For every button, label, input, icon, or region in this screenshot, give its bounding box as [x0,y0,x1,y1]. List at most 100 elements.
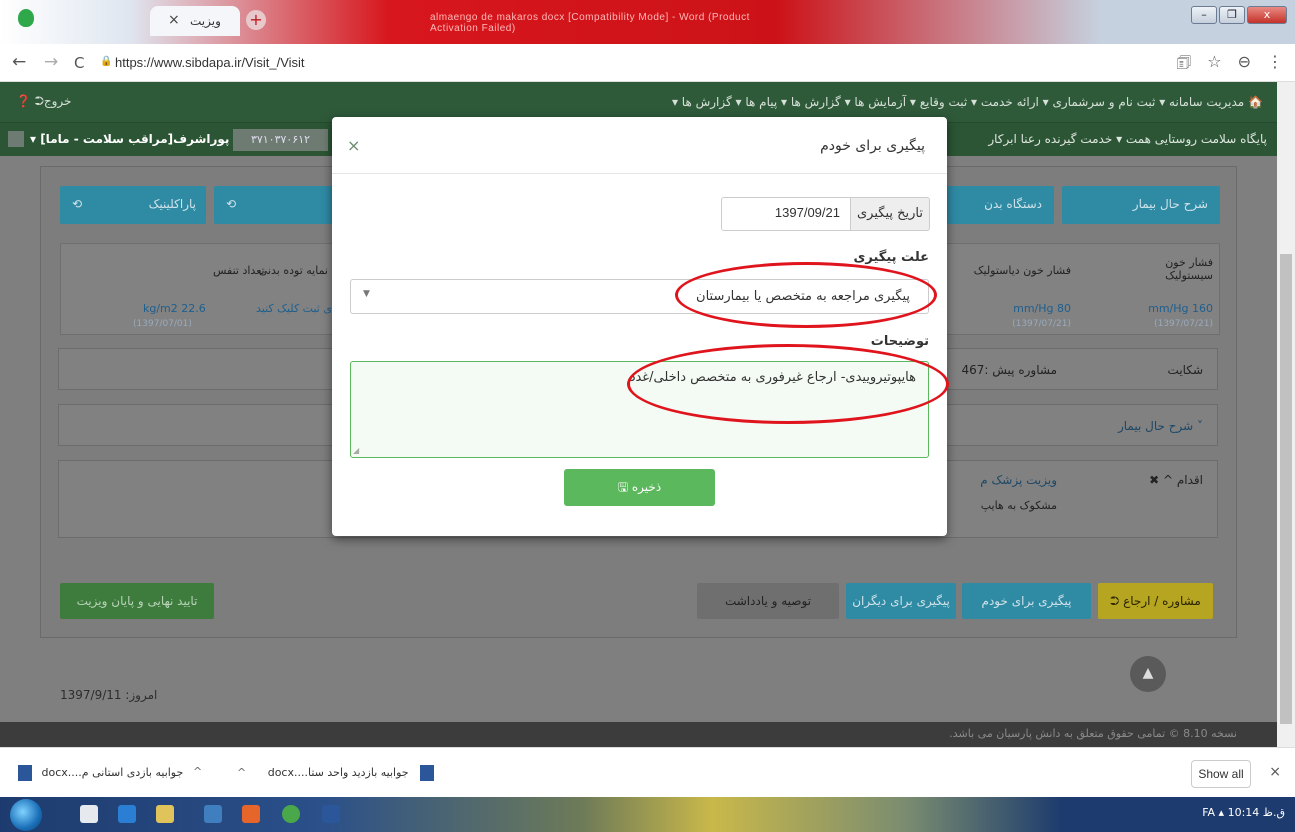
patient-history-label: شرح حال بیمار [1132,197,1208,211]
ie-icon[interactable] [118,805,136,823]
bmi-value[interactable]: kg/m2 22.6 [143,302,206,315]
resize-grip-icon[interactable]: ◢ [353,446,359,455]
resp-label: تعداد تنفس [213,264,265,277]
logout-link[interactable]: ❓ ⮊خروج [16,94,71,109]
suspect-text: مشکوک به هایپ [980,499,1057,512]
followup-self-button[interactable]: پیگیری برای خودم [962,583,1091,619]
toolbar-right: 🗊 ☆ ⊖ ⋮ [1176,52,1283,79]
top-navigation: 🏠 مدیریت سامانه ▾ ثبت نام و سرشماری ▾ ار… [0,82,1277,122]
followup-others-button[interactable]: پیگیری برای دیگران [846,583,956,619]
reload-icon[interactable]: C [74,54,84,72]
download-item-1-label: docx....جوابیه بازدید واحد ستا [267,766,409,779]
forward-icon[interactable]: → [44,52,58,72]
show-all-button[interactable]: Show all [1191,760,1251,788]
download-item-2-label: docx....جوابیه بازدی استانی م [41,766,184,779]
modal-header: پیگیری برای خودم × [332,117,947,174]
national-code: ۳۷۱۰۳۷۰۶۱۲ [233,129,328,151]
complaint-label: شکایت [1167,363,1203,377]
user-picture [8,131,24,147]
dia-value[interactable]: mm/Hg 80 [1013,302,1071,315]
chrome-icon[interactable] [282,805,300,823]
sys-date: (1397/07/21) [1154,319,1213,329]
url-field[interactable]: https://www.sibdapa.ir/Visit_/Visit [115,55,305,70]
sys-label: فشار خون سیستولیک [1165,256,1213,282]
window-title: almaengo de makaros docx [Compatibility … [430,12,750,34]
scrollbar-thumb[interactable] [1280,254,1292,724]
doctor-visit-link[interactable]: ویزیت پزشک م [980,473,1057,487]
vitals-table-right: فشار خون سیستولیک فشار خون دیاستولیک mm/… [946,243,1220,335]
facility-info[interactable]: پایگاه سلامت روستایی همت ▾ خدمت گیرنده ر… [988,132,1267,146]
tab-close-icon[interactable]: × [168,12,180,28]
browser-tab[interactable]: × ویزیت [150,6,240,36]
history-icon: ⟲ [72,197,83,211]
chevron-up-icon[interactable]: ^ [237,766,246,779]
star-icon[interactable]: ☆ [1207,52,1221,79]
tab-title: ویزیت [190,14,221,28]
download-item-1[interactable]: ^ docx....جوابیه بازدید واحد ستا [237,765,440,781]
scroll-top-button[interactable]: ▲ [1130,656,1166,692]
window-controls: – ❐ x [1191,6,1287,24]
windows-taskbar: FA ▴ 10:14 ق.ظ [0,797,1295,832]
minimize-button[interactable]: – [1191,6,1217,24]
annotation-oval-description [627,344,949,424]
followup-modal: پیگیری برای خودم × تاریخ پیگیری 1397/09/… [332,117,947,536]
copyright-bar: نسخه 8.10 © تمامی حقوق متعلق به دانش پار… [0,722,1277,747]
word-doc-icon [420,765,435,781]
browser-tab-strip: × ویزیت + almaengo de makaros docx [Comp… [0,0,1295,44]
chevron-down-icon: ▼ [363,289,370,299]
body-system-label: دستگاه بدن [984,197,1042,211]
copyright-text: نسخه 8.10 © تمامی حقوق متعلق به دانش پار… [949,727,1237,740]
back-icon[interactable]: ← [12,52,26,72]
history-toggle[interactable]: شرح حال بیمار ˅ [1118,419,1203,433]
apple-icon [18,9,34,27]
notes-button[interactable]: توصیه و یادداشت [697,583,839,619]
media-icon[interactable] [204,805,222,823]
vitals-table-left: نمایه توده بدنی تعداد تنفس kg/m2 22.6 (1… [60,243,344,335]
dia-label: فشار خون دیاستولیک [973,264,1071,277]
save-button[interactable]: 🖫 ذخیره [564,469,715,506]
modal-close-icon[interactable]: × [347,136,360,155]
account-icon[interactable]: ⊖ [1238,52,1251,79]
translate-icon[interactable]: 🗊 [1176,52,1191,79]
resp-value[interactable]: برای ثبت کلیک کنید [256,302,344,315]
word-doc-icon-2 [18,765,32,781]
description-label: توضیحات [870,334,929,349]
close-window-button[interactable]: x [1247,6,1287,24]
new-tab-button[interactable]: + [246,10,266,30]
paraclinic-label: پاراکلینیک [148,197,196,211]
modal-title: پیگیری برای خودم [820,138,925,154]
word-icon[interactable] [322,805,340,823]
lab-button[interactable]: ⟲ [214,186,332,224]
explorer-icon[interactable] [156,805,174,823]
patient-history-button[interactable]: شرح حال بیمار [1062,186,1220,224]
sys-value[interactable]: mm/Hg 160 [1148,302,1213,315]
action-label[interactable]: ✖ ^ اقدام [1149,473,1203,487]
start-button[interactable] [10,799,42,831]
mail-icon[interactable] [80,805,98,823]
date-label: تاریخ پیگیری [850,197,930,231]
page-scrollbar[interactable] [1277,82,1295,747]
history-icon-2: ⟲ [226,197,237,211]
main-menu[interactable]: 🏠 مدیریت سامانه ▾ ثبت نام و سرشماری ▾ ار… [672,95,1263,109]
consult-referral-button[interactable]: ⮊ مشاوره / ارجاع [1098,583,1213,619]
chevron-up-icon-2[interactable]: ^ [193,765,202,778]
body-system-button[interactable]: دستگاه بدن [947,186,1054,224]
paraclinic-button[interactable]: ⟲ پاراکلینیک [60,186,206,224]
today-date: امروز: 1397/9/11 [60,688,158,702]
lock-icon: 🔒 [100,56,113,67]
finish-visit-button[interactable]: تایید نهایی و پایان ویزیت [60,583,214,619]
address-bar: ← → C 🔒 https://www.sibdapa.ir/Visit_/Vi… [0,44,1295,82]
maximize-button[interactable]: ❐ [1219,6,1245,24]
menu-icon[interactable]: ⋮ [1267,52,1283,79]
annotation-oval-reason [675,262,937,328]
downloads-bar: ^ docx....جوابیه بازدید واحد ستا ^ docx.… [0,747,1295,797]
complaint-value: 467: مشاوره پیش [961,363,1057,377]
download-item-2[interactable]: ^ docx....جوابیه بازدی استانی م [18,765,202,781]
firefox-icon[interactable] [242,805,260,823]
downloads-close-icon[interactable]: × [1269,764,1281,780]
followup-date-input[interactable]: 1397/09/21 [721,197,851,231]
reason-label: علت پیگیری [853,250,929,265]
system-tray[interactable]: FA ▴ 10:14 ق.ظ [1202,806,1285,819]
bmi-date: (1397/07/01) [133,319,192,329]
dia-date: (1397/07/21) [1012,319,1071,329]
